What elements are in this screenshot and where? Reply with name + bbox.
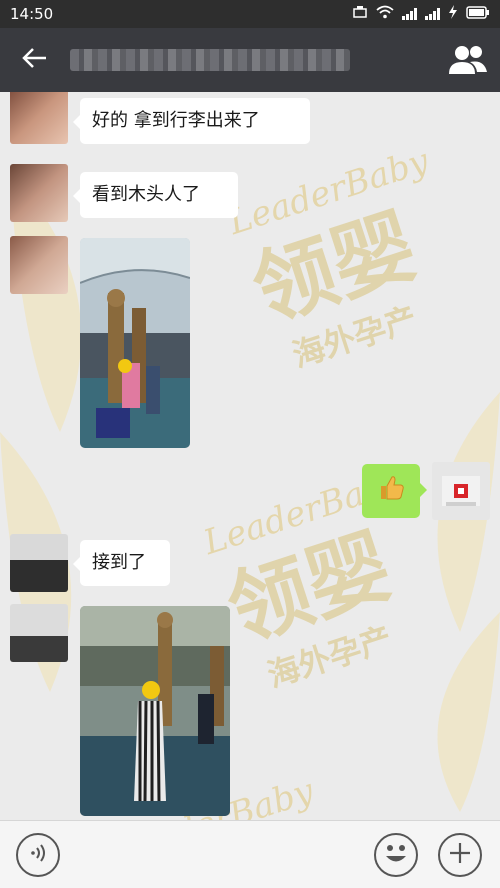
message-bubble[interactable]: 好的 拿到行李出来了 [73,98,310,144]
avatar[interactable] [10,92,68,144]
message-text: 看到木头人了 [92,184,200,205]
watermark-cn-main-2: 领婴 [216,517,403,660]
battery-icon [466,5,490,23]
group-info-button[interactable] [448,42,488,78]
avatar[interactable] [10,604,68,662]
chat-area[interactable]: LeaderBaby 领婴 海外孕产 LeaderBaby 领婴 海外孕产 Le… [0,92,500,820]
status-bar: 14:50 [0,0,500,28]
signal-2-icon [425,8,440,20]
message-image[interactable] [80,606,230,816]
avatar[interactable] [10,534,68,592]
back-arrow-icon [22,47,48,73]
avatar[interactable] [10,236,68,294]
message-text: 接到了 [92,552,146,573]
chat-header [0,28,500,92]
avatar-self[interactable] [432,462,490,520]
watermark-cn-main-1: 领婴 [241,197,428,340]
message-bubble[interactable]: 接到了 [73,540,170,586]
plus-icon [448,841,472,869]
plus-button[interactable] [438,833,482,877]
voice-icon [28,843,48,867]
lightning-icon [448,5,458,23]
watermark-cn-sub-1: 海外孕产 [287,299,422,375]
message-bubble[interactable]: 看到木头人了 [73,172,238,218]
thumbs-up-icon [377,474,405,508]
message-image[interactable] [80,238,190,448]
watermark-wing-right [437,392,500,812]
message-input[interactable] [76,833,368,877]
back-button[interactable] [0,28,70,92]
message-text: 好的 拿到行李出来了 [92,110,260,131]
emoji-icon [376,833,416,877]
input-bar [0,820,500,888]
signal-1-icon [402,8,417,20]
chat-title [70,49,350,71]
status-time: 14:50 [10,5,54,23]
message-sticker-bubble[interactable] [362,464,427,518]
group-people-icon [448,46,488,82]
emoji-button[interactable] [374,833,418,877]
watermark-brand-1: LeaderBaby [223,140,434,244]
avatar[interactable] [10,164,68,222]
voice-button[interactable] [16,833,60,877]
wifi-icon [376,5,394,23]
alarm-icon [352,4,368,24]
watermark-cn-sub-2: 海外孕产 [262,619,397,695]
